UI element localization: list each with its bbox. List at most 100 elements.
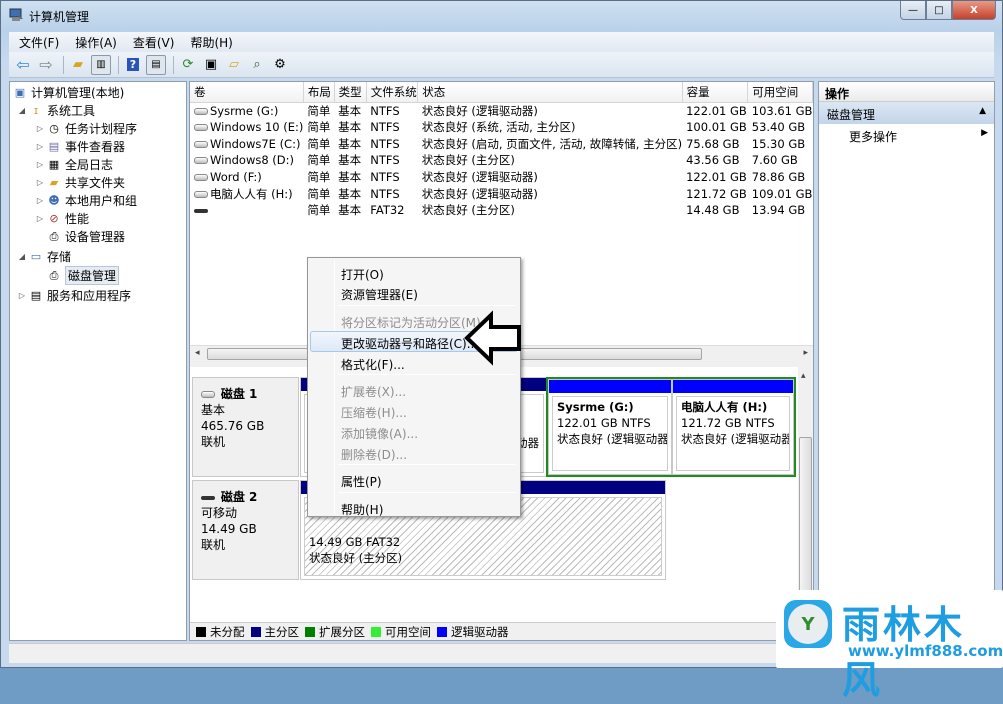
legend-swatch	[196, 626, 206, 637]
tree-label: 共享文件夹	[65, 176, 126, 190]
context-menu-item[interactable]: 帮助(H)	[310, 497, 518, 518]
context-menu-item[interactable]: 资源管理器(E)	[310, 282, 518, 303]
tree-item-task-scheduler[interactable]: ▷ ◷ 任务计划程序	[34, 120, 137, 137]
help-button[interactable]: ?	[123, 55, 143, 75]
disk-size: 465.76 GB	[201, 419, 265, 433]
expand-icon[interactable]: ▷	[34, 178, 46, 187]
restore-button[interactable]: □	[926, 1, 952, 20]
expand-icon[interactable]: ▷	[16, 291, 28, 300]
disk-size: 14.49 GB	[201, 522, 257, 536]
expand-icon[interactable]: ▷	[34, 214, 46, 223]
context-menu-item[interactable]: 压缩卷(H)...	[310, 400, 518, 421]
up-level-button[interactable]: ▰	[68, 55, 88, 75]
disk-management-icon: ⎙	[49, 268, 59, 282]
volume-row[interactable]: Windows8 (D:) 简单 基本 NTFS 状态良好 (主分区) 43.56 GB 7…	[190, 152, 813, 169]
expand-icon[interactable]: ▷	[34, 160, 46, 169]
tree-item-local-users[interactable]: ▷ ☻ 本地用户和组	[34, 192, 137, 209]
legend-label: 逻辑驱动器	[451, 624, 509, 639]
cell-status: 状态良好 (主分区)	[421, 203, 515, 218]
partition-sysrme[interactable]: Sysrme (G:) 122.01 GB NTFS 状态良好 (逻辑驱动器)	[548, 379, 672, 475]
disk-2-label[interactable]: 磁盘 2 可移动 14.49 GB 联机	[192, 480, 299, 580]
menu-action[interactable]: 操作(A)	[75, 34, 117, 51]
tree-item-event-viewer[interactable]: ▷ ▤ 事件查看器	[34, 138, 125, 155]
column-filesystem[interactable]: 文件系统	[366, 82, 419, 103]
context-menu-item[interactable]: 删除卷(D)...	[310, 442, 518, 463]
open-button[interactable]: ▱	[224, 55, 244, 75]
forward-button[interactable]: ⇨	[36, 55, 56, 75]
expand-icon[interactable]: ▷	[34, 142, 46, 151]
toolbar-separator	[173, 55, 174, 74]
context-menu-item[interactable]: 属性(P)	[310, 469, 518, 490]
settings-button[interactable]: ⚙	[270, 55, 290, 75]
minimize-button[interactable]: —	[900, 1, 926, 20]
close-button[interactable]: X	[952, 1, 996, 20]
menu-help[interactable]: 帮助(H)	[190, 34, 232, 51]
volume-row[interactable]: Sysrme (G:) 简单 基本 NTFS 状态良好 (逻辑驱动器) 122.01 GB…	[190, 102, 813, 119]
cell-name: Word (F:)	[190, 169, 303, 186]
tree-label: 全局日志	[65, 158, 114, 172]
tree-item-storage[interactable]: ◢ ▭ 存储	[16, 248, 71, 265]
partition-title: Sysrme (G:)	[557, 400, 634, 414]
collapse-icon[interactable]: ◢	[16, 106, 28, 115]
cell-fs: NTFS	[370, 186, 400, 201]
menu-file[interactable]: 文件(F)	[19, 34, 59, 51]
tree-label: 本地用户和组	[65, 194, 138, 208]
drive-icon	[194, 174, 208, 182]
partition-size: 14.49 GB FAT32	[309, 535, 401, 549]
tree-item-disk-management[interactable]: ⎙ 磁盘管理	[46, 266, 120, 285]
context-menu-item[interactable]: 添加镜像(A)...	[310, 421, 518, 442]
volume-name: Windows7E (C:)	[210, 136, 301, 151]
tree-item-system-tools[interactable]: ◢ ɪ 系统工具	[16, 102, 95, 119]
title-bar[interactable]: 计算机管理 — □ X	[1, 1, 1002, 31]
column-capacity[interactable]: 容量	[682, 82, 749, 103]
more-actions-item[interactable]: 更多操作 ▶	[819, 124, 994, 146]
tree-item-services[interactable]: ▷ ▤ 服务和应用程序	[16, 287, 131, 304]
scroll-up-icon[interactable]: ▴	[801, 371, 806, 381]
window-title: 计算机管理	[29, 10, 90, 24]
legend-item: 可用空间	[371, 624, 431, 640]
volume-row[interactable]: Windows 10 (E:) 简单 基本 NTFS 状态良好 (系统, 活动, 主分区…	[190, 119, 813, 136]
vertical-scrollbar[interactable]: ▴	[798, 367, 813, 622]
show-hide-action-pane-button[interactable]: ▤	[146, 54, 166, 75]
column-status[interactable]: 状态	[417, 82, 683, 103]
expand-icon[interactable]: ▷	[34, 124, 46, 133]
volume-row[interactable]: 电脑人人有 (H:) 简单 基本 NTFS 状态良好 (逻辑驱动器) 121.72 GB 1…	[190, 185, 813, 202]
collapse-up-icon[interactable]: ▲	[979, 106, 986, 120]
scroll-right-icon[interactable]: ▸	[803, 348, 808, 358]
partition-h[interactable]: 电脑人人有 (H:) 121.72 GB NTFS 状态良好 (逻辑驱动器	[672, 379, 794, 475]
tree-label: 事件查看器	[65, 140, 126, 154]
column-volume[interactable]: 卷	[190, 82, 304, 103]
refresh-button[interactable]: ⟳	[178, 55, 198, 75]
tree-item-root[interactable]: ▣ 计算机管理(本地)	[12, 84, 125, 101]
cell-capacity: 100.01 GB	[686, 120, 747, 135]
expand-icon[interactable]: ▷	[34, 196, 46, 205]
cell-fs: FAT32	[370, 203, 405, 218]
actions-section-disk-management[interactable]: 磁盘管理 ▲	[819, 102, 994, 124]
services-icon: ▤	[30, 289, 42, 302]
scroll-left-icon[interactable]: ◂	[195, 348, 200, 358]
show-hide-tree-button[interactable]: ▥	[91, 54, 111, 75]
rescan-disks-button[interactable]: ⌕	[247, 55, 267, 75]
menu-view[interactable]: 查看(V)	[133, 34, 175, 51]
tree-item-performance[interactable]: ▷ ⊘ 性能	[34, 210, 89, 227]
context-menu-item[interactable]: 打开(O)	[310, 262, 518, 283]
properties-button[interactable]: ▣	[201, 55, 221, 75]
menu-separator	[338, 492, 516, 493]
column-layout[interactable]: 布局	[303, 82, 335, 103]
disk-1-label[interactable]: 磁盘 1 基本 465.76 GB 联机	[192, 377, 299, 477]
context-menu-item[interactable]: 扩展卷(X)...	[310, 379, 518, 400]
collapse-icon[interactable]: ◢	[16, 252, 28, 261]
partition-status: 状态良好 (主分区)	[309, 551, 403, 565]
volume-row[interactable]: Word (F:) 简单 基本 NTFS 状态良好 (逻辑驱动器) 122.01 GB 78…	[190, 169, 813, 186]
tree-item-device-manager[interactable]: ⎙ 设备管理器	[46, 228, 125, 245]
tree-item-shared-folders[interactable]: ▷ ▰ 共享文件夹	[34, 174, 125, 191]
column-free-space[interactable]: 可用空间	[747, 82, 813, 103]
performance-icon: ⊘	[49, 212, 59, 225]
back-button[interactable]: ⇦	[13, 55, 33, 75]
tree-item-global-log[interactable]: ▷ ▦ 全局日志	[34, 156, 113, 173]
volume-row[interactable]: 简单 基本 FAT32 状态良好 (主分区) 14.48 GB 13.94 GB	[190, 202, 813, 219]
volume-row[interactable]: Windows7E (C:) 简单 基本 NTFS 状态良好 (启动, 页面文件, 活动…	[190, 135, 813, 152]
column-type[interactable]: 类型	[334, 82, 367, 103]
drive-icon	[194, 140, 208, 148]
volume-table: 卷 布局 类型 文件系统 状态 容量 可用空间 Sysrme (G:) 简单 基本 N…	[190, 82, 813, 219]
